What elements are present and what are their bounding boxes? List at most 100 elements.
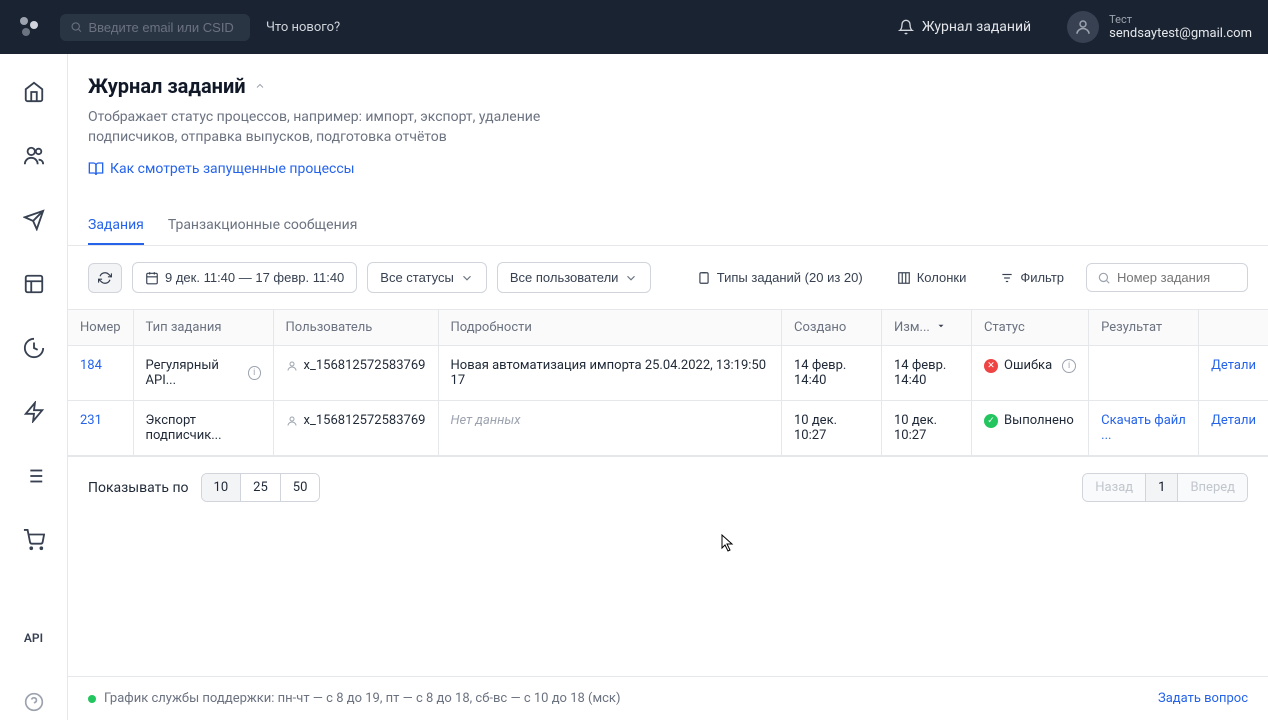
- columns-icon: [897, 271, 911, 285]
- pager-next[interactable]: Вперед: [1178, 474, 1247, 501]
- user-icon: [286, 360, 298, 372]
- tabs: Задания Транзакционные сообщения: [68, 207, 1268, 246]
- pager-current[interactable]: 1: [1146, 474, 1178, 501]
- chevron-up-icon[interactable]: [254, 80, 266, 92]
- info-icon[interactable]: i: [1062, 359, 1076, 373]
- clipboard-icon: [697, 271, 711, 285]
- ask-question-link[interactable]: Задать вопрос: [1158, 691, 1248, 706]
- pagination: Показывать по 102550 Назад 1 Вперед: [68, 456, 1268, 518]
- task-number-link[interactable]: 231: [80, 413, 102, 428]
- journal-header-link[interactable]: Журнал заданий: [898, 19, 1031, 35]
- task-number-link[interactable]: 184: [80, 358, 102, 373]
- col-details[interactable]: Подробности: [438, 310, 781, 346]
- task-number-input[interactable]: [1117, 270, 1237, 285]
- result-link[interactable]: Скачать файл ...: [1101, 413, 1186, 443]
- layout-icon: [23, 273, 45, 295]
- cart-icon: [23, 529, 45, 551]
- sidebar-campaigns[interactable]: [16, 202, 52, 238]
- task-types-button[interactable]: Типы заданий (20 из 20): [685, 263, 875, 292]
- user-email: sendsaytest@gmail.com: [1109, 26, 1252, 41]
- avatar-icon: [1067, 11, 1099, 43]
- page-description: Отображает статус процессов, например: и…: [88, 108, 548, 147]
- search-icon: [1097, 271, 1111, 285]
- page-size-10[interactable]: 10: [202, 474, 242, 501]
- details-link[interactable]: Детали: [1211, 413, 1256, 428]
- pager-prev[interactable]: Назад: [1083, 474, 1146, 501]
- sidebar-help[interactable]: [16, 684, 52, 720]
- user-cell: x_156812572583769: [304, 358, 426, 373]
- sidebar-subscribers[interactable]: [16, 138, 52, 174]
- calendar-icon: [145, 271, 159, 285]
- details-cell: Нет данных: [438, 401, 781, 456]
- sidebar-content[interactable]: [16, 266, 52, 302]
- page-size-50[interactable]: 50: [281, 474, 320, 501]
- sidebar-automation[interactable]: [16, 394, 52, 430]
- clock-icon: [23, 337, 45, 359]
- col-result[interactable]: Результат: [1089, 310, 1199, 346]
- show-per-label: Показывать по: [88, 480, 189, 496]
- main-content: Журнал заданий Отображает статус процесс…: [68, 54, 1268, 720]
- col-task-type[interactable]: Тип задания: [133, 310, 273, 346]
- sidebar-list[interactable]: [16, 458, 52, 494]
- sort-desc-icon: [936, 321, 946, 331]
- lightning-icon: [23, 401, 45, 423]
- sidebar-orders[interactable]: [16, 522, 52, 558]
- sidebar-home[interactable]: [16, 74, 52, 110]
- created-cell: 10 дек. 10:27: [782, 401, 882, 456]
- logo[interactable]: [16, 13, 44, 41]
- result-cell: [1089, 346, 1199, 401]
- user-menu[interactable]: Тест sendsaytest@gmail.com: [1067, 11, 1252, 43]
- page-title: Журнал заданий: [88, 74, 246, 98]
- task-type: Регулярный API...: [146, 358, 240, 388]
- filter-icon: [1000, 271, 1014, 285]
- help-icon: [24, 692, 44, 712]
- table-row: 184 Регулярный API... i x_156812572583769…: [68, 346, 1268, 401]
- col-user[interactable]: Пользователь: [273, 310, 438, 346]
- send-icon: [23, 209, 45, 231]
- modified-cell: 10 дек. 10:27: [882, 401, 972, 456]
- details-cell: Новая автоматизация импорта 25.04.2022, …: [438, 346, 781, 401]
- col-status[interactable]: Статус: [972, 310, 1089, 346]
- sidebar-analytics[interactable]: [16, 330, 52, 366]
- user-filter[interactable]: Все пользователи: [497, 262, 652, 293]
- status-filter[interactable]: Все статусы: [367, 262, 487, 293]
- details-link[interactable]: Детали: [1211, 358, 1256, 373]
- help-link[interactable]: Как смотреть запущенные процессы: [88, 161, 1248, 177]
- task-number-search[interactable]: [1086, 263, 1248, 292]
- user-icon: [286, 415, 298, 427]
- info-icon[interactable]: i: [248, 366, 261, 380]
- task-type: Экспорт подписчик...: [146, 413, 261, 443]
- status-icon: ✓: [984, 414, 998, 428]
- tasks-table: Номер Тип задания Пользователь Подробнос…: [68, 310, 1268, 456]
- table-row: 231 Экспорт подписчик... x_1568125725837…: [68, 401, 1268, 456]
- columns-button[interactable]: Колонки: [885, 263, 979, 292]
- search-icon: [70, 20, 82, 34]
- list-icon: [23, 465, 45, 487]
- toolbar: 9 дек. 11:40 — 17 февр. 11:40 Все статус…: [68, 246, 1268, 309]
- global-search-input[interactable]: [88, 20, 240, 35]
- col-modified[interactable]: Изм...: [882, 310, 972, 346]
- refresh-button[interactable]: [88, 263, 122, 293]
- user-cell: x_156812572583769: [304, 413, 426, 428]
- date-range-picker[interactable]: 9 дек. 11:40 — 17 февр. 11:40: [132, 262, 357, 293]
- whats-new-link[interactable]: Что нового?: [266, 20, 340, 35]
- tab-transactional[interactable]: Транзакционные сообщения: [168, 207, 358, 245]
- top-bar: Что нового? Журнал заданий Тест sendsayt…: [0, 0, 1268, 54]
- status-text: Ошибка: [1004, 358, 1052, 373]
- status-dot-icon: [88, 695, 96, 703]
- filter-button[interactable]: Фильтр: [988, 263, 1076, 292]
- users-icon: [23, 145, 45, 167]
- chevron-down-icon: [460, 271, 474, 285]
- home-icon: [23, 81, 45, 103]
- col-number[interactable]: Номер: [68, 310, 133, 346]
- support-schedule: График службы поддержки: пн-чт — с 8 до …: [104, 691, 620, 706]
- sidebar-api[interactable]: API: [16, 620, 52, 656]
- book-icon: [88, 161, 104, 177]
- col-created[interactable]: Создано: [782, 310, 882, 346]
- tab-tasks[interactable]: Задания: [88, 207, 144, 245]
- modified-cell: 14 февр. 14:40: [882, 346, 972, 401]
- status-icon: ✕: [984, 359, 998, 373]
- page-size-25[interactable]: 25: [241, 474, 281, 501]
- global-search[interactable]: [60, 14, 250, 41]
- user-label: Тест: [1109, 13, 1252, 26]
